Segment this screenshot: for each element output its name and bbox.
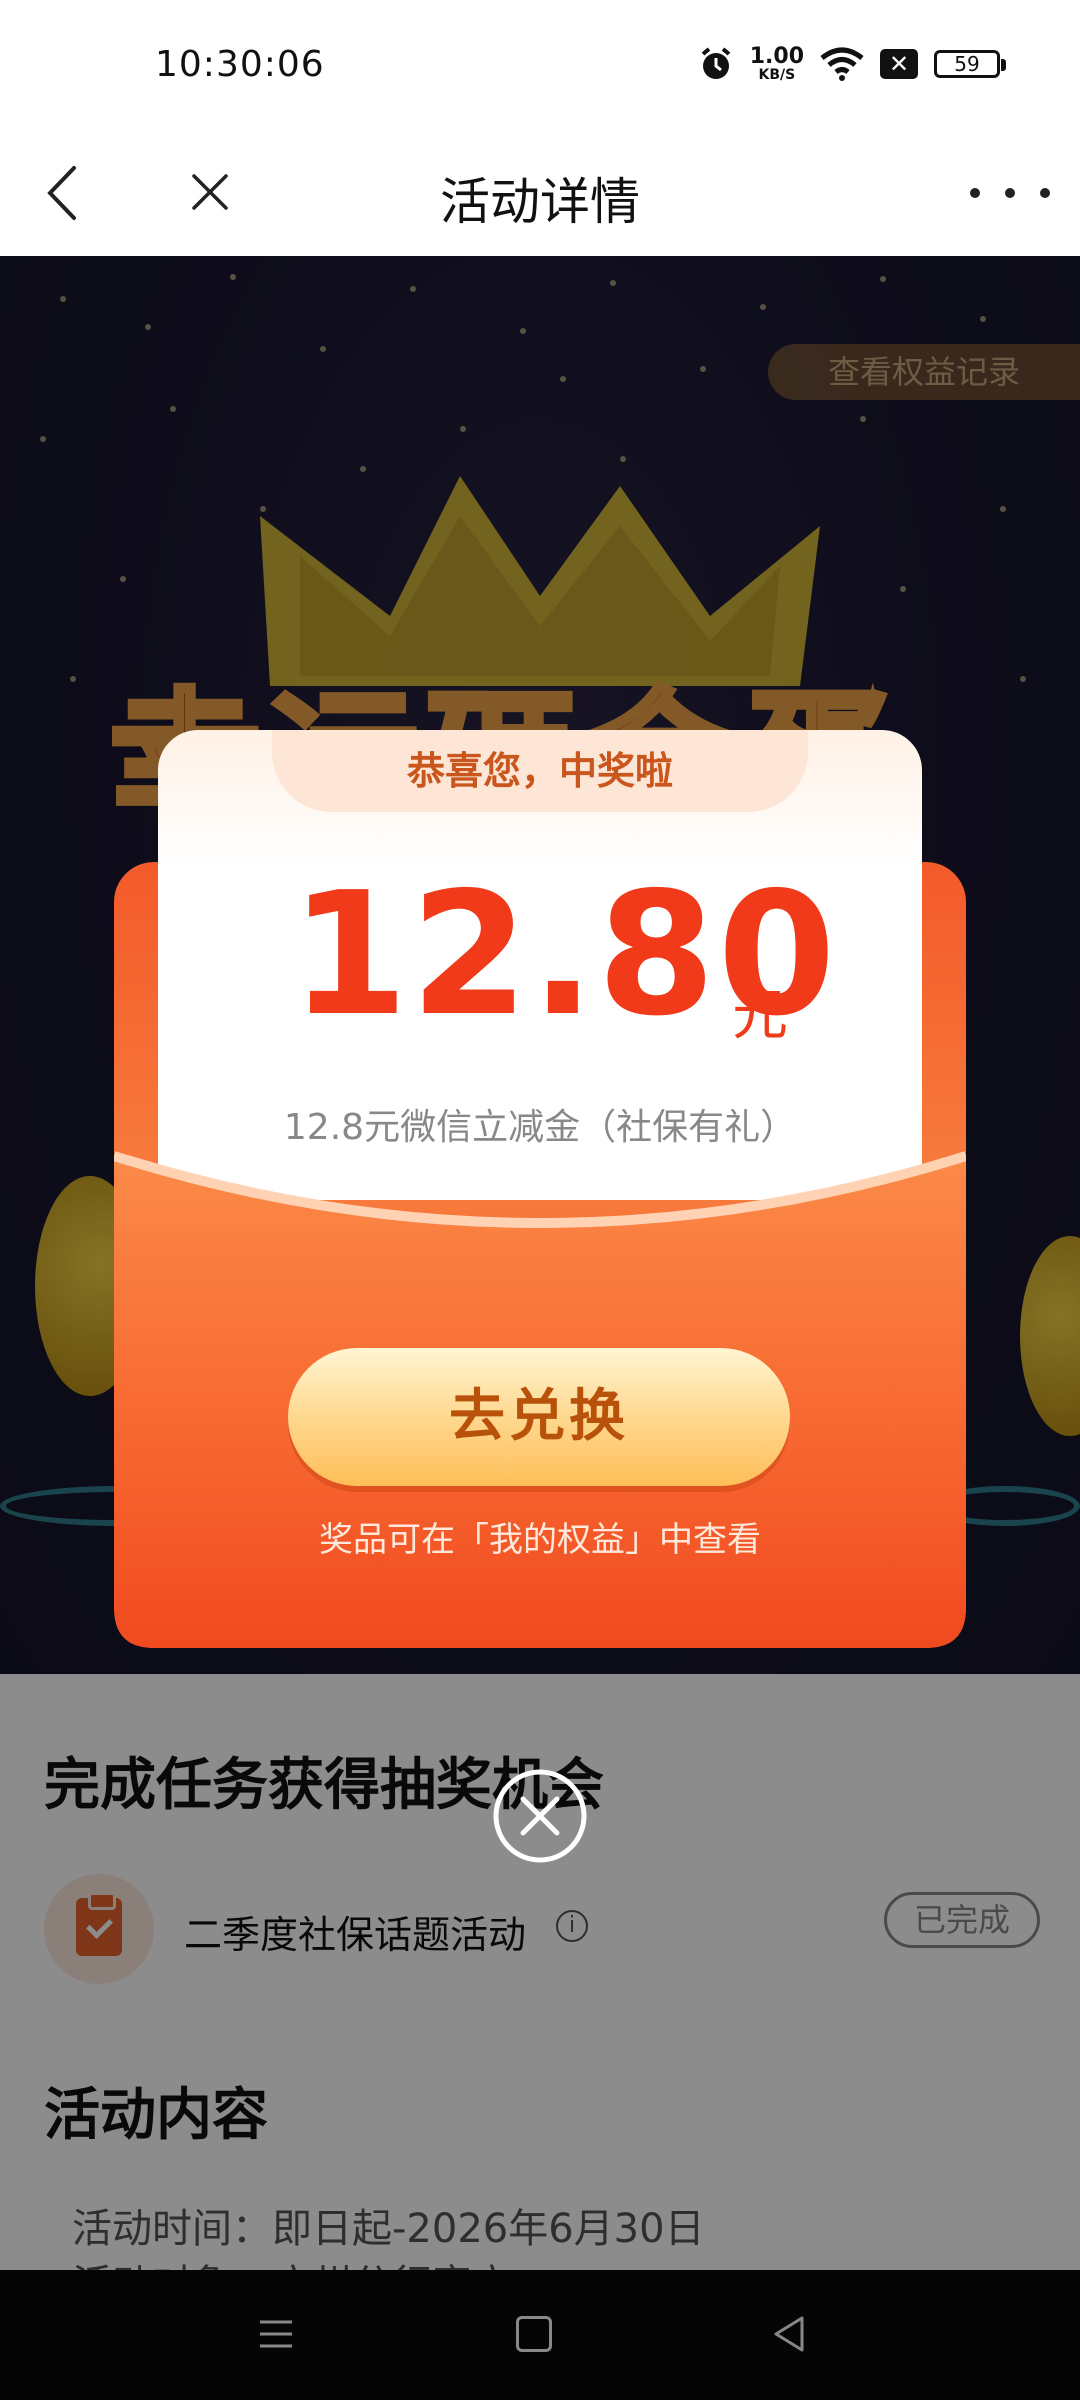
home-icon[interactable] <box>516 2316 552 2352</box>
redeem-button[interactable]: 去兑换 <box>288 1348 790 1486</box>
system-back-icon[interactable] <box>770 2314 810 2354</box>
status-bar: 10:30:06 1.00 KB/S ✕ 59 <box>0 0 1080 130</box>
redeem-note: 奖品可在「我的权益」中查看 <box>319 1520 761 1560</box>
system-nav-bar <box>0 2270 1080 2400</box>
prize-unit: 元 <box>732 983 788 1048</box>
more-icon[interactable] <box>970 168 1050 218</box>
menu-icon[interactable] <box>256 2314 296 2354</box>
prize-description: 12.8元微信立减金（社保有礼） <box>283 1107 797 1148</box>
close-box-icon: ✕ <box>880 49 918 79</box>
net-speed: 1.00 KB/S <box>749 44 804 83</box>
status-icons: 1.00 KB/S ✕ 59 <box>698 44 1006 84</box>
wifi-icon <box>820 47 864 81</box>
page-title: 活动详情 <box>440 173 640 231</box>
battery-level: 59 <box>954 52 980 76</box>
status-time: 10:30:06 <box>155 44 325 85</box>
battery-icon: 59 <box>934 50 1006 78</box>
congrats-label: 恭喜您，中奖啦 <box>272 730 808 812</box>
close-modal-icon[interactable] <box>492 1768 588 1864</box>
alarm-icon <box>701 47 730 79</box>
nav-bar: 活动详情 <box>0 130 1080 256</box>
